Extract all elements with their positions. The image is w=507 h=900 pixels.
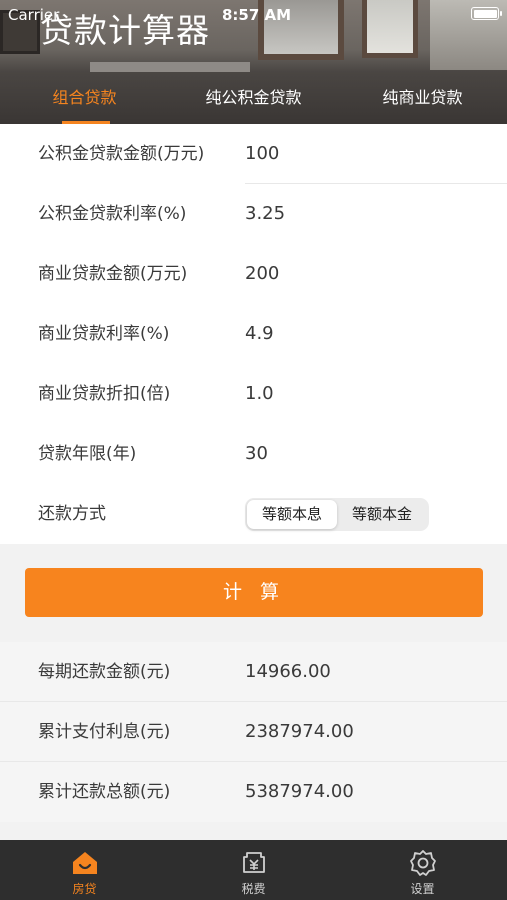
result-label: 每期还款金额(元): [38, 662, 171, 682]
loan-type-tabs: 组合贷款 纯公积金贷款 纯商业贷款: [0, 72, 507, 124]
result-row-total-repayment: 累计还款总额(元) 5387974.00: [0, 762, 507, 822]
form-row-commercial-rate: 商业贷款利率(%) 4.9: [0, 304, 507, 364]
tab-label: 纯公积金贷款: [205, 88, 302, 107]
field-label: 商业贷款利率(%): [38, 324, 170, 344]
field-label: 公积金贷款利率(%): [38, 204, 187, 224]
loan-form: 公积金贷款金额(万元) 100 公积金贷款利率(%) 3.25 商业贷款金额(万…: [0, 124, 507, 544]
header: Carrier 8:57 AM 贷款计算器 组合贷款 纯公积金贷款 纯商业贷款: [0, 0, 507, 124]
field-label: 商业贷款折扣(倍): [38, 384, 171, 404]
tabbar-label: 房贷: [72, 882, 97, 896]
result-label: 累计还款总额(元): [38, 782, 171, 802]
segment-equal-principal[interactable]: 等额本金: [337, 500, 427, 529]
result-label: 累计支付利息(元): [38, 722, 171, 742]
commercial-discount-input[interactable]: 1.0: [245, 364, 274, 424]
tabbar-item-mortgage[interactable]: 房贷: [0, 840, 169, 900]
background-window: [362, 0, 418, 58]
house-icon: [72, 852, 97, 874]
provident-amount-input[interactable]: 100: [245, 124, 279, 184]
tabbar-label: 税费: [241, 882, 266, 896]
background-shelf: [90, 62, 250, 72]
tab-provident-fund-loan[interactable]: 纯公积金贷款: [169, 72, 338, 124]
bottom-tab-bar: 房贷 税费 设置: [0, 840, 507, 900]
result-value: 5387974.00: [245, 781, 354, 802]
result-row-total-interest: 累计支付利息(元) 2387974.00: [0, 702, 507, 762]
repayment-method-segmented-control: 等额本息 等额本金: [245, 498, 429, 531]
form-row-loan-years: 贷款年限(年) 30: [0, 424, 507, 484]
tab-label: 组合贷款: [52, 88, 117, 107]
commercial-rate-input[interactable]: 4.9: [245, 304, 274, 364]
results-panel: 每期还款金额(元) 14966.00 累计支付利息(元) 2387974.00 …: [0, 642, 507, 822]
field-label: 商业贷款金额(万元): [38, 264, 188, 284]
tabbar-label: 设置: [410, 882, 435, 896]
form-row-commercial-discount: 商业贷款折扣(倍) 1.0: [0, 364, 507, 424]
result-value: 2387974.00: [245, 721, 354, 742]
tab-commercial-loan[interactable]: 纯商业贷款: [338, 72, 507, 124]
tabbar-item-tax[interactable]: 税费: [169, 840, 338, 900]
form-row-repayment-method: 还款方式 等额本息 等额本金: [0, 484, 507, 544]
segment-equal-installment[interactable]: 等额本息: [247, 500, 337, 529]
field-label: 贷款年限(年): [38, 444, 137, 464]
battery-icon: [471, 7, 502, 20]
form-row-provident-rate: 公积金贷款利率(%) 3.25: [0, 184, 507, 244]
commercial-amount-input[interactable]: 200: [245, 244, 279, 304]
result-row-monthly-payment: 每期还款金额(元) 14966.00: [0, 642, 507, 702]
form-row-commercial-amount: 商业贷款金额(万元) 200: [0, 244, 507, 304]
gear-icon: [409, 850, 436, 876]
tax-icon: [242, 852, 265, 873]
field-label: 公积金贷款金额(万元): [38, 144, 205, 164]
app-title: 贷款计算器: [40, 11, 210, 50]
provident-rate-input[interactable]: 3.25: [245, 184, 285, 244]
calculate-button[interactable]: 计 算: [25, 568, 483, 617]
field-label: 还款方式: [38, 504, 106, 524]
result-value: 14966.00: [245, 661, 331, 682]
status-time: 8:57 AM: [222, 6, 292, 24]
tab-label: 纯商业贷款: [382, 88, 463, 107]
tabbar-item-settings[interactable]: 设置: [338, 840, 507, 900]
form-row-provident-amount: 公积金贷款金额(万元) 100: [0, 124, 507, 184]
loan-years-input[interactable]: 30: [245, 424, 268, 484]
tab-combined-loan[interactable]: 组合贷款: [0, 72, 169, 124]
